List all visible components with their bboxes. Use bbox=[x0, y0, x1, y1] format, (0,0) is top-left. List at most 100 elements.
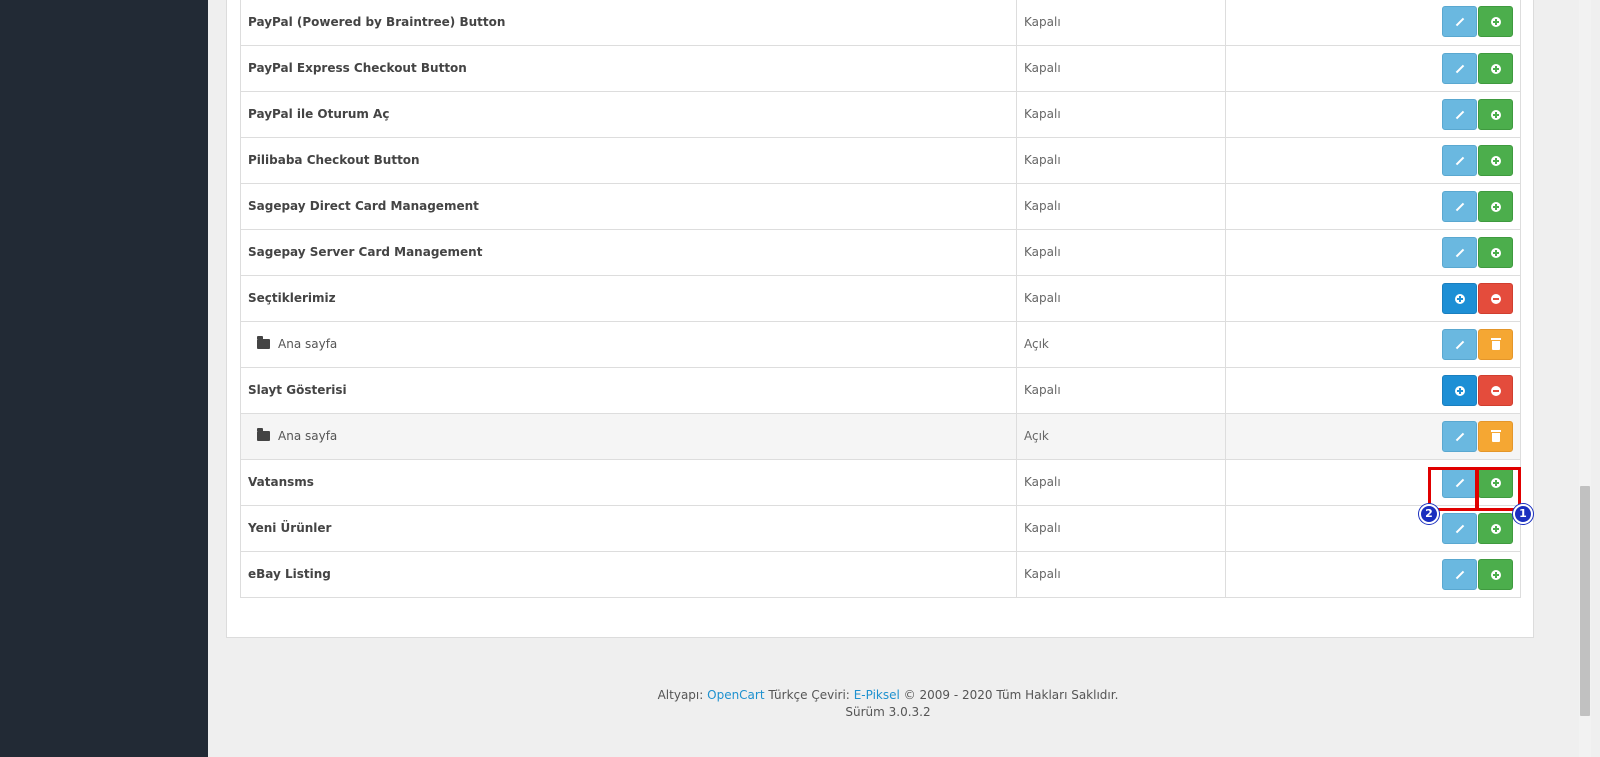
extensions-panel: PayPal (Powered by Braintree) Button Kapa… bbox=[226, 0, 1534, 638]
install-button[interactable] bbox=[1478, 52, 1513, 84]
extension-name: PayPal Express Checkout Button bbox=[248, 61, 467, 75]
epiksel-link[interactable]: E-Piksel bbox=[854, 688, 900, 702]
install-button[interactable] bbox=[1478, 466, 1513, 498]
table-row: PayPal ile Oturum Aç Kapalı bbox=[240, 90, 1521, 138]
table-row: PayPal Express Checkout Button Kapalı bbox=[240, 44, 1521, 92]
pencil-icon bbox=[1455, 248, 1464, 257]
extension-status: Kapalı bbox=[1016, 0, 1226, 46]
scrollbar-thumb[interactable] bbox=[1580, 486, 1590, 716]
footer-translation-label: Türkçe Çeviri: bbox=[768, 688, 850, 702]
actions-cell bbox=[1225, 182, 1521, 230]
plus-circle-icon bbox=[1490, 247, 1501, 258]
footer-prefix: Altyapı: bbox=[657, 688, 704, 702]
extension-name: Ana sayfa bbox=[278, 429, 338, 443]
actions-cell bbox=[1225, 44, 1521, 92]
extension-name-cell: Vatansms bbox=[240, 458, 1017, 506]
extension-name: Slayt Gösterisi bbox=[248, 383, 347, 397]
annotation-badge-2: 2 bbox=[1419, 504, 1439, 524]
extension-name: PayPal (Powered by Braintree) Button bbox=[248, 14, 506, 29]
pencil-icon bbox=[1455, 432, 1464, 441]
install-button[interactable] bbox=[1478, 144, 1513, 176]
extension-status: Kapalı bbox=[1016, 44, 1226, 92]
pencil-icon bbox=[1455, 156, 1464, 165]
footer-copyright: © 2009 - 2020 Tüm Hakları Saklıdır. bbox=[903, 688, 1119, 702]
actions-cell bbox=[1225, 90, 1521, 138]
table-row: Slayt Gösterisi Kapalı bbox=[240, 366, 1521, 414]
extension-name: Vatansms bbox=[248, 475, 314, 489]
install-button[interactable] bbox=[1478, 98, 1513, 130]
plus-circle-icon bbox=[1490, 155, 1501, 166]
extension-name: PayPal ile Oturum Aç bbox=[248, 107, 390, 121]
plus-circle-icon bbox=[1454, 293, 1465, 304]
edit-button[interactable] bbox=[1442, 190, 1477, 222]
extension-status: Kapalı bbox=[1016, 504, 1226, 552]
actions-cell bbox=[1225, 320, 1521, 368]
sidebar bbox=[0, 0, 208, 757]
plus-circle-icon bbox=[1490, 523, 1501, 534]
edit-button[interactable] bbox=[1442, 466, 1477, 498]
plus-circle-icon bbox=[1490, 109, 1501, 120]
pencil-icon bbox=[1455, 64, 1464, 73]
edit-button[interactable] bbox=[1442, 512, 1477, 544]
minus-circle-icon bbox=[1490, 293, 1501, 304]
trash-icon bbox=[1490, 337, 1501, 350]
add-module-button[interactable] bbox=[1442, 374, 1477, 406]
install-button[interactable] bbox=[1478, 558, 1513, 590]
extension-status: Kapalı bbox=[1016, 366, 1226, 414]
extension-status: Kapalı bbox=[1016, 90, 1226, 138]
edit-button[interactable] bbox=[1442, 6, 1477, 38]
edit-button[interactable] bbox=[1442, 558, 1477, 590]
extension-name-cell: PayPal ile Oturum Aç bbox=[240, 90, 1017, 138]
pencil-icon bbox=[1455, 570, 1464, 579]
actions-cell bbox=[1225, 274, 1521, 322]
install-button[interactable] bbox=[1478, 512, 1513, 544]
main-content: PayPal (Powered by Braintree) Button Kapa… bbox=[208, 0, 1568, 757]
edit-button[interactable] bbox=[1442, 328, 1477, 360]
extension-name: eBay Listing bbox=[248, 567, 331, 581]
plus-circle-icon bbox=[1454, 385, 1465, 396]
edit-button[interactable] bbox=[1442, 52, 1477, 84]
uninstall-button[interactable] bbox=[1478, 282, 1513, 314]
uninstall-button[interactable] bbox=[1478, 374, 1513, 406]
scrollbar[interactable] bbox=[1568, 0, 1600, 757]
add-module-button[interactable] bbox=[1442, 282, 1477, 314]
edit-button[interactable] bbox=[1442, 98, 1477, 130]
install-button[interactable] bbox=[1478, 236, 1513, 268]
pencil-icon bbox=[1455, 340, 1464, 349]
table-row: PayPal (Powered by Braintree) Button Kapa… bbox=[240, 0, 1521, 46]
extension-name-cell: Ana sayfa bbox=[240, 412, 1017, 460]
extension-name: Ana sayfa bbox=[278, 337, 338, 351]
table-row: Pilibaba Checkout Button Kapalı bbox=[240, 136, 1521, 184]
extension-status: Açık bbox=[1016, 412, 1226, 460]
footer-credits: Altyapı: OpenCart Türkçe Çeviri: E-Pikse… bbox=[208, 687, 1568, 704]
table-row: Seçtiklerimiz Kapalı bbox=[240, 274, 1521, 322]
actions-cell bbox=[1225, 136, 1521, 184]
extension-name-cell: Sagepay Server Card Management bbox=[240, 228, 1017, 276]
extension-name-cell: Yeni Ürünler bbox=[240, 504, 1017, 552]
extension-name-cell: Seçtiklerimiz bbox=[240, 274, 1017, 322]
footer-version: Sürüm 3.0.3.2 bbox=[845, 705, 931, 719]
extension-status: Kapalı bbox=[1016, 136, 1226, 184]
edit-button[interactable] bbox=[1442, 420, 1477, 452]
install-button[interactable] bbox=[1478, 190, 1513, 222]
actions-cell bbox=[1225, 228, 1521, 276]
extension-name: Yeni Ürünler bbox=[248, 521, 332, 535]
extension-status: Kapalı bbox=[1016, 182, 1226, 230]
edit-button[interactable] bbox=[1442, 236, 1477, 268]
install-button[interactable] bbox=[1478, 6, 1513, 38]
pencil-icon bbox=[1455, 18, 1464, 27]
plus-circle-icon bbox=[1490, 201, 1501, 212]
extension-name-cell: PayPal Express Checkout Button bbox=[240, 44, 1017, 92]
folder-open-icon bbox=[257, 428, 270, 441]
footer: Altyapı: OpenCart Türkçe Çeviri: E-Pikse… bbox=[208, 687, 1568, 721]
plus-circle-icon bbox=[1490, 569, 1501, 580]
actions-cell bbox=[1225, 550, 1521, 598]
table-row-submodule: Ana sayfa Açık bbox=[240, 412, 1521, 460]
edit-button[interactable] bbox=[1442, 144, 1477, 176]
pencil-icon bbox=[1455, 478, 1464, 487]
delete-button[interactable] bbox=[1478, 420, 1513, 452]
plus-circle-icon bbox=[1490, 17, 1501, 28]
extension-name-cell: Pilibaba Checkout Button bbox=[240, 136, 1017, 184]
opencart-link[interactable]: OpenCart bbox=[707, 688, 764, 702]
delete-button[interactable] bbox=[1478, 328, 1513, 360]
